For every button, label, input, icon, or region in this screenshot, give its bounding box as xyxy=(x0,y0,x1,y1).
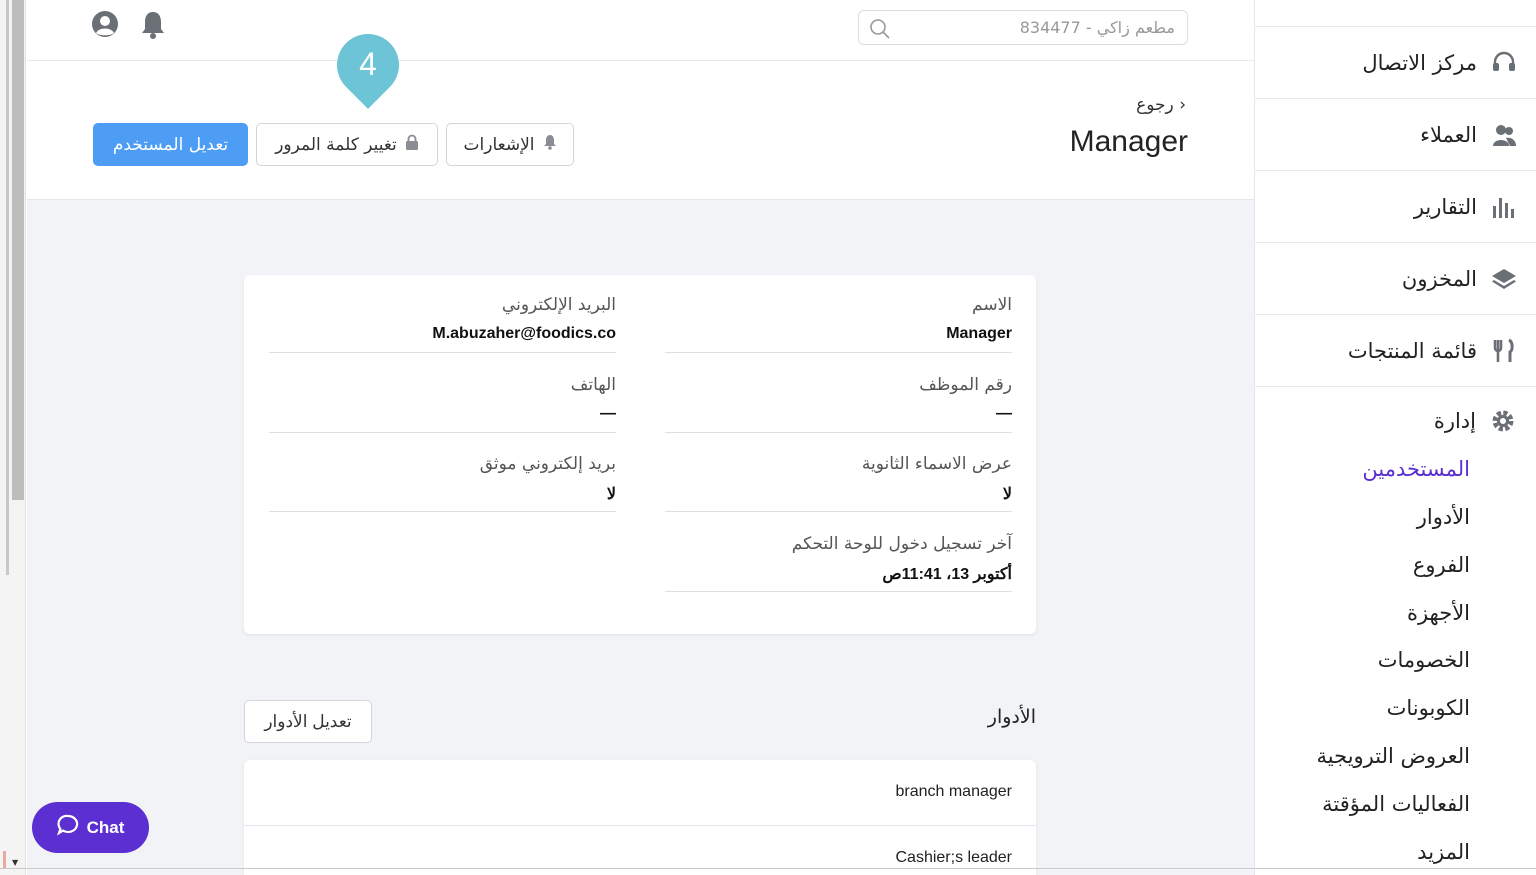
sidebar-subitem-promotions[interactable]: العروض الترويجية xyxy=(1317,744,1470,768)
sidebar-admin-label: إدارة xyxy=(1433,409,1476,433)
search-placeholder: مطعم زاكي - 834477 xyxy=(1019,18,1175,37)
user-details-card: الاسم Manager البريد الإلكتروني M.abuzah… xyxy=(244,275,1036,634)
roles-section-title: الأدوار xyxy=(987,706,1036,728)
sidebar-subitem-discounts[interactable]: الخصومات xyxy=(1378,648,1470,672)
sidebar-subitem-timed-events[interactable]: الفعاليات المؤقتة xyxy=(1322,792,1470,816)
chat-bubble-icon xyxy=(56,814,79,841)
verified-email-label: بريد إلكتروني موثق xyxy=(479,454,616,474)
email-field: البريد الإلكتروني M.abuzaher@foodics.co xyxy=(269,275,616,353)
employee-number-field: رقم الموظف — xyxy=(665,355,1012,433)
sidebar-subitem-more[interactable]: المزيد xyxy=(1417,840,1470,864)
edit-user-button[interactable]: تعديل المستخدم xyxy=(93,123,248,166)
sidebar-admin-header[interactable]: إدارة xyxy=(1434,408,1516,434)
change-password-label: تغيير كلمة المرور xyxy=(275,134,397,155)
sidebar-item-inventory[interactable]: المخزون xyxy=(1255,243,1536,315)
chevron-left-icon: ‹ xyxy=(1179,95,1186,115)
lock-icon xyxy=(405,134,419,155)
scroll-down-icon[interactable]: ▼ xyxy=(12,858,18,867)
last-login-label: آخر تسجيل دخول للوحة التحكم xyxy=(791,534,1012,554)
search-icon xyxy=(869,18,891,44)
sidebar-subitem-branches[interactable]: الفروع xyxy=(1413,553,1470,577)
secondary-names-label: عرض الاسماء الثانوية xyxy=(861,454,1012,474)
list-item: branch manager xyxy=(244,760,1036,826)
notifications-button[interactable]: الإشعارات xyxy=(446,123,574,166)
sidebar: مركز الاتصال العملاء التقارير المخزون قا… xyxy=(1254,0,1536,875)
scroll-track xyxy=(6,0,9,575)
last-login-value: أكتوبر 13، 11:41ص xyxy=(882,566,1012,583)
email-label: البريد الإلكتروني xyxy=(501,295,616,315)
last-login-field: آخر تسجيل دخول للوحة التحكم أكتوبر 13، 1… xyxy=(665,514,1012,592)
sidebar-item-label: العملاء xyxy=(1420,122,1477,147)
page-header: ‹ رجوع Manager تعديل المستخدم تغيير كلمة… xyxy=(27,61,1254,200)
window-bottom-border xyxy=(0,868,1536,869)
user-profile-icon[interactable] xyxy=(91,10,119,42)
role-name: Cashier;s leader xyxy=(895,849,1013,866)
search-input[interactable]: مطعم زاكي - 834477 xyxy=(858,10,1188,45)
phone-value: — xyxy=(600,405,616,422)
chat-label: Chat xyxy=(86,817,125,837)
verified-email-value: لا xyxy=(606,486,616,503)
secondary-names-field: عرض الاسماء الثانوية لا xyxy=(665,434,1012,512)
edit-roles-label: تعديل الأدوار xyxy=(264,711,352,731)
bell-small-icon xyxy=(543,134,557,155)
page-scrollbar[interactable]: ▼ xyxy=(0,0,26,875)
role-name: branch manager xyxy=(895,783,1012,800)
employee-number-value: — xyxy=(996,405,1012,422)
sidebar-item-call-center[interactable]: مركز الاتصال xyxy=(1255,27,1536,99)
utensils-icon xyxy=(1491,338,1517,364)
employee-number-label: رقم الموظف xyxy=(919,375,1012,395)
scroll-thumb[interactable] xyxy=(12,0,24,500)
step-marker-number: 4 xyxy=(359,46,377,82)
headset-icon xyxy=(1491,50,1517,76)
scroll-marker xyxy=(3,851,6,869)
sidebar-item-label: مركز الاتصال xyxy=(1362,50,1477,75)
phone-label: الهاتف xyxy=(570,375,616,395)
email-value: M.abuzaher@foodics.co xyxy=(432,325,616,342)
back-label: رجوع xyxy=(1136,95,1174,115)
bar-chart-icon xyxy=(1491,194,1517,220)
layers-icon xyxy=(1491,266,1517,292)
secondary-names-value: لا xyxy=(1002,486,1012,503)
sidebar-subitem-roles[interactable]: الأدوار xyxy=(1417,505,1470,529)
name-field: الاسم Manager xyxy=(665,275,1012,353)
change-password-button[interactable]: تغيير كلمة المرور xyxy=(256,123,438,166)
name-value: Manager xyxy=(946,325,1012,342)
edit-roles-button[interactable]: تعديل الأدوار xyxy=(244,700,372,743)
sidebar-item-customers[interactable]: العملاء xyxy=(1255,99,1536,171)
sidebar-subitem-devices[interactable]: الأجهزة xyxy=(1407,601,1470,625)
top-bar: مطعم زاكي - 834477 xyxy=(27,0,1254,61)
sidebar-subitem-coupons[interactable]: الكوبونات xyxy=(1387,696,1470,720)
chat-button[interactable]: Chat xyxy=(32,802,149,853)
sidebar-item-label: المخزون xyxy=(1401,266,1477,291)
sidebar-item-menu[interactable]: قائمة المنتجات xyxy=(1255,315,1536,387)
name-label: الاسم xyxy=(972,295,1012,315)
back-link[interactable]: ‹ رجوع xyxy=(1136,95,1186,115)
page-title: Manager xyxy=(1069,125,1188,158)
customers-icon xyxy=(1491,122,1517,148)
bell-icon[interactable] xyxy=(140,10,166,44)
main-content: مطعم زاكي - 834477 ‹ رجوع Manager تعديل … xyxy=(27,0,1254,875)
notifications-label: الإشعارات xyxy=(463,134,535,155)
sidebar-item-top[interactable] xyxy=(1255,0,1536,27)
gear-icon xyxy=(1490,408,1516,434)
phone-field: الهاتف — xyxy=(269,355,616,433)
sidebar-item-reports[interactable]: التقارير xyxy=(1255,171,1536,243)
sidebar-item-label: التقارير xyxy=(1413,194,1477,219)
sidebar-item-label: قائمة المنتجات xyxy=(1347,338,1477,363)
roles-list: branch manager Cashier;s leader xyxy=(244,760,1036,875)
verified-email-field: بريد إلكتروني موثق لا xyxy=(269,434,616,512)
sidebar-subitem-users[interactable]: المستخدمين xyxy=(1362,457,1470,481)
edit-user-label: تعديل المستخدم xyxy=(112,134,229,155)
